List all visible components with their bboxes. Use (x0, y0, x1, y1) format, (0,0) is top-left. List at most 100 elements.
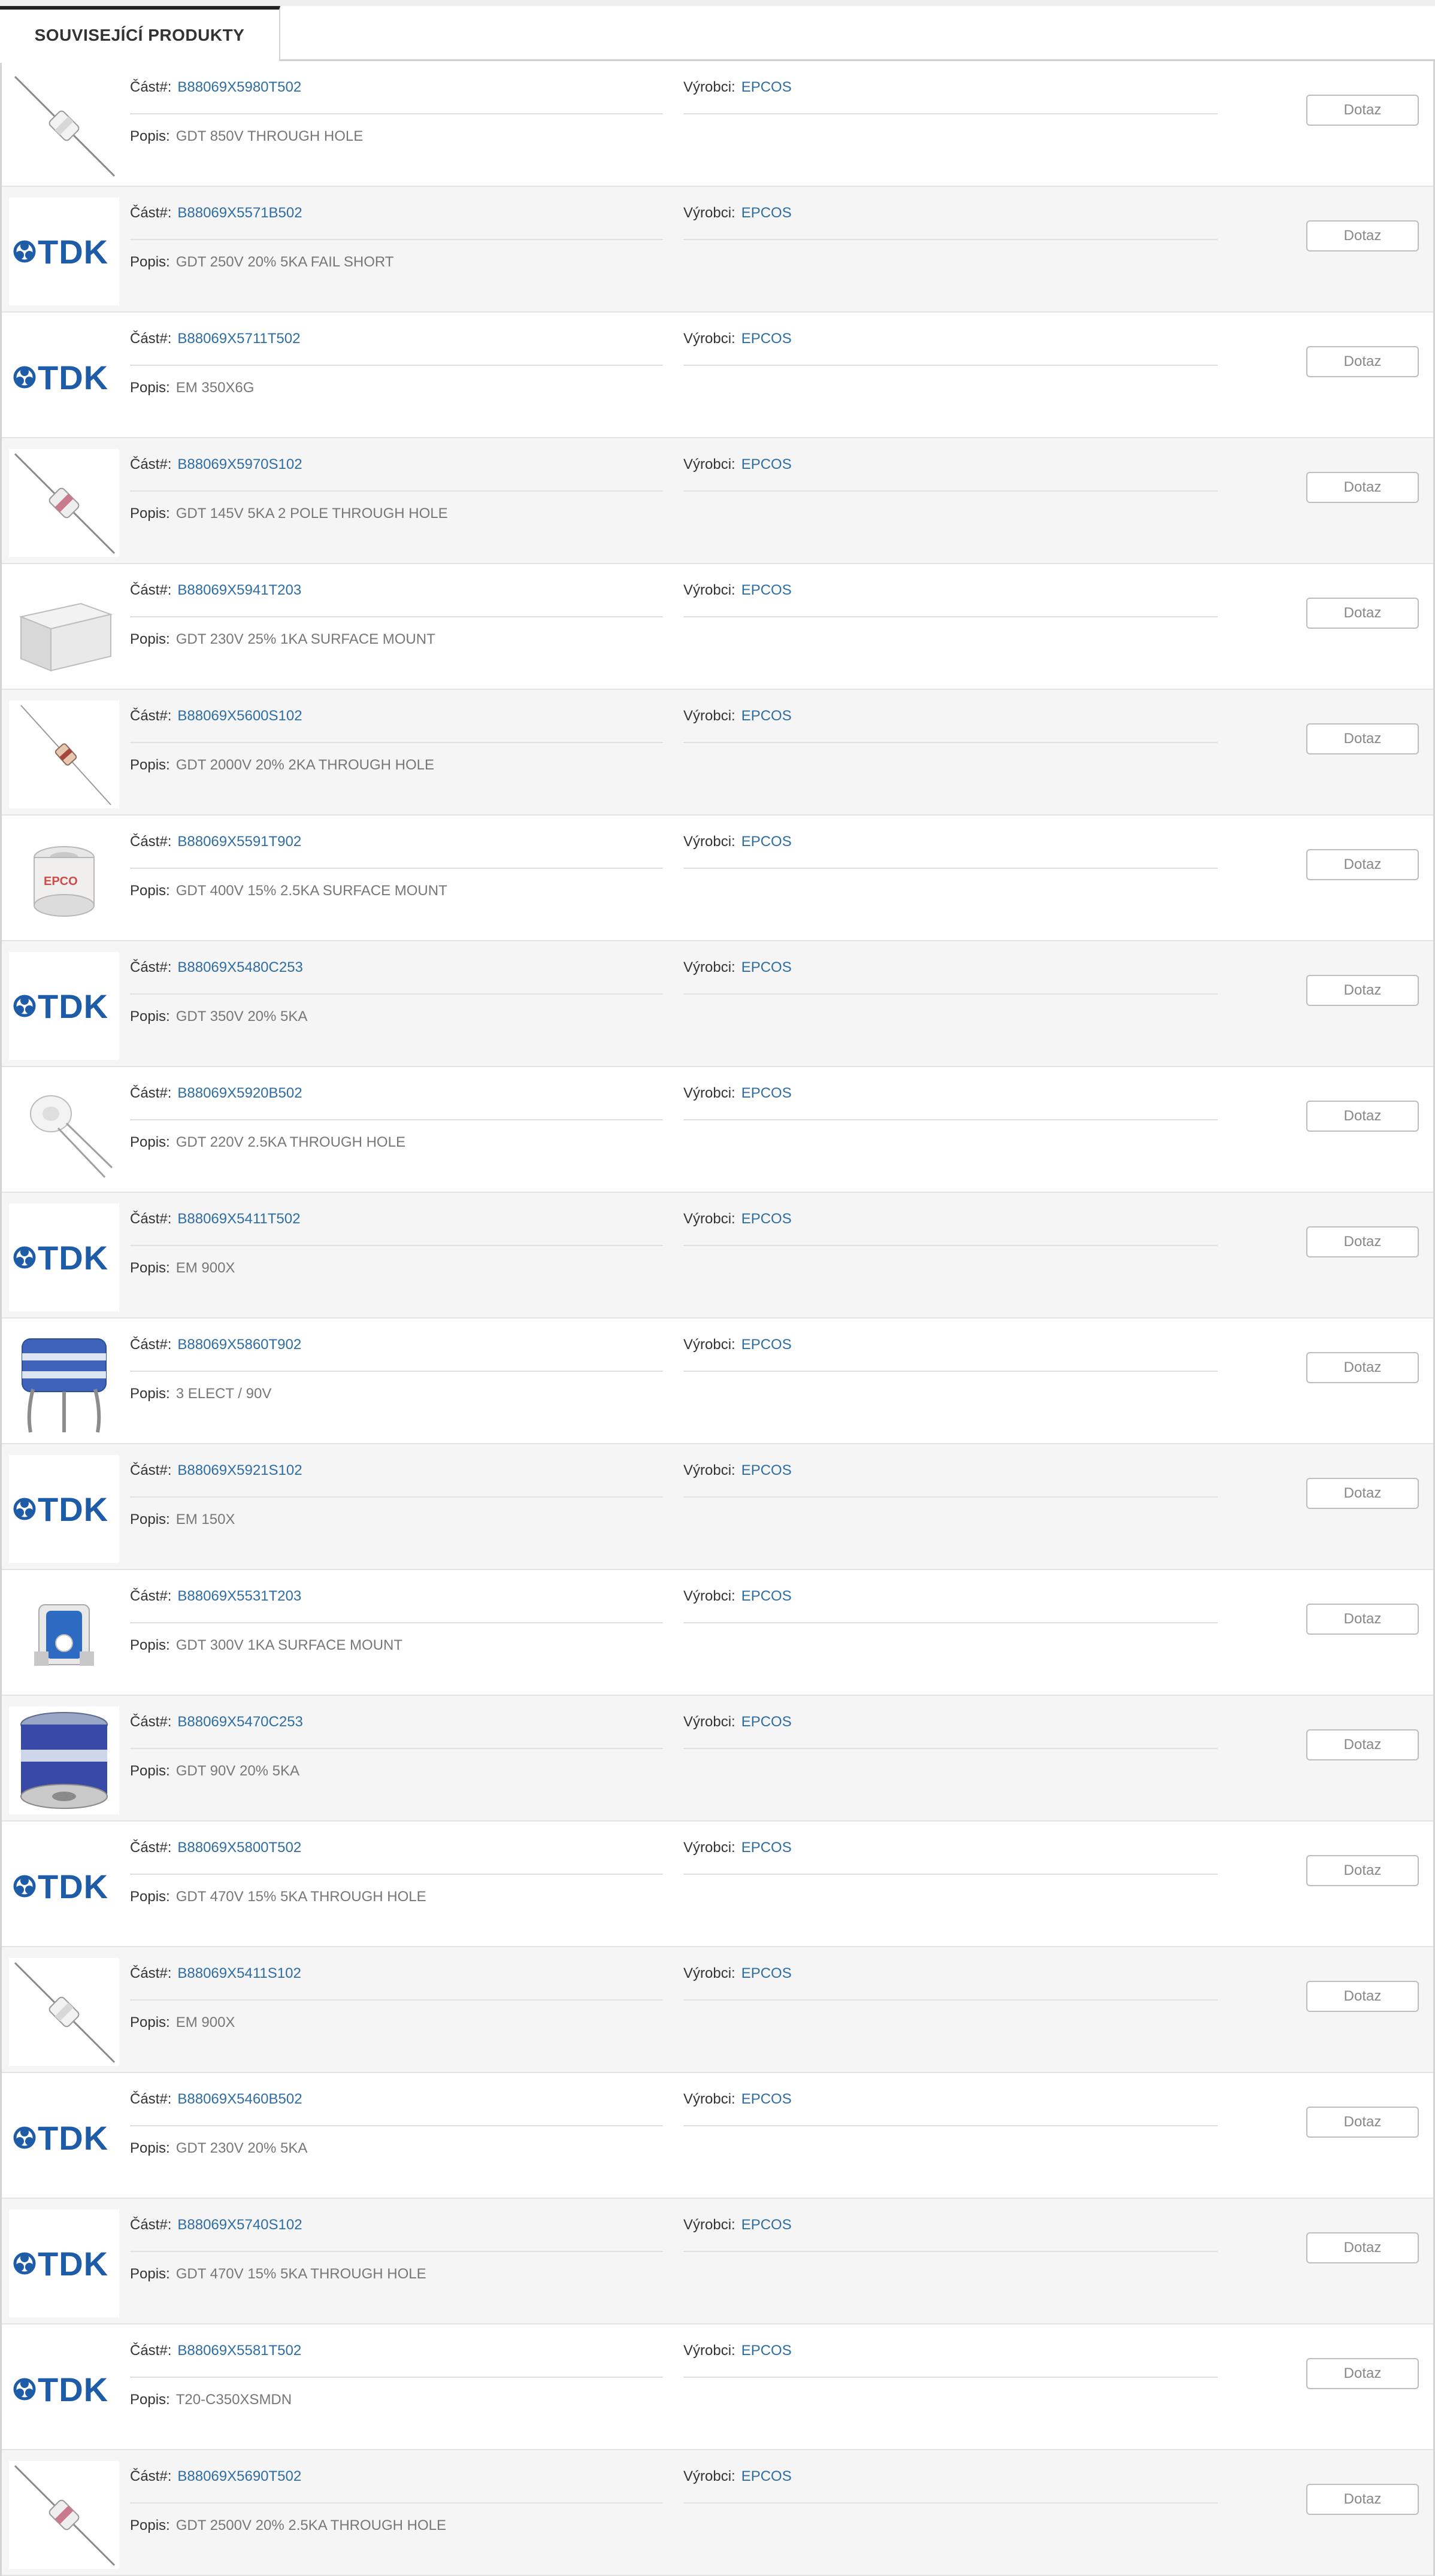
manufacturer-link[interactable]: EPCOS (741, 1965, 792, 1981)
description-field: Popis: T20-C350XSMDN (130, 2392, 292, 2408)
manufacturer-link[interactable]: EPCOS (741, 2342, 792, 2359)
product-row: Část#: B88069X5411S102 Výrobci: EPCOS Popis:… (2, 1947, 1433, 2073)
manufacturer-link[interactable]: EPCOS (741, 1337, 792, 1353)
product-image[interactable] (9, 72, 119, 180)
part-number-link[interactable]: B88069X5920B502 (177, 1085, 302, 1101)
manufacturer-field: Výrobci: EPCOS (683, 582, 792, 599)
product-image[interactable]: TDK (9, 1204, 119, 1311)
product-image[interactable] (9, 2461, 119, 2569)
manufacturer-field: Výrobci: EPCOS (683, 2217, 792, 2233)
manufacturer-link[interactable]: EPCOS (741, 79, 792, 95)
manufacturer-link[interactable]: EPCOS (741, 1462, 792, 1478)
product-image[interactable] (9, 1581, 119, 1689)
part-divider (130, 1748, 663, 1749)
product-image[interactable]: TDK (9, 1455, 119, 1563)
inquiry-button[interactable]: Dotaz (1306, 1604, 1419, 1635)
manufacturer-link[interactable]: EPCOS (741, 1588, 792, 1604)
product-image[interactable]: TDK (9, 1832, 119, 1940)
product-image[interactable] (9, 1707, 119, 1814)
part-number-link[interactable]: B88069X5411T502 (177, 1211, 300, 1227)
product-image[interactable]: TDK (9, 2210, 119, 2317)
tab-related-products[interactable]: SOUVISEJÍCÍ PRODUKTY (0, 6, 280, 63)
part-number-link[interactable]: B88069X5571B502 (177, 205, 302, 221)
manufacturer-label: Výrobci: (683, 582, 735, 598)
part-number-link[interactable]: B88069X5600S102 (177, 708, 302, 724)
inquiry-button[interactable]: Dotaz (1306, 2107, 1419, 2138)
svg-text:TDK: TDK (38, 987, 108, 1025)
part-number-link[interactable]: B88069X5531T203 (177, 1588, 301, 1604)
product-image[interactable]: TDK (9, 323, 119, 431)
manufacturer-link[interactable]: EPCOS (741, 834, 792, 850)
inquiry-button[interactable]: Dotaz (1306, 2484, 1419, 2515)
manufacturer-link[interactable]: EPCOS (741, 456, 792, 472)
product-image[interactable] (9, 1078, 119, 1186)
product-image[interactable]: TDK (9, 2335, 119, 2443)
inquiry-button[interactable]: Dotaz (1306, 1101, 1419, 1132)
description-text: GDT 230V 25% 1KA SURFACE MOUNT (175, 631, 435, 647)
manufacturer-link[interactable]: EPCOS (741, 2091, 792, 2107)
manufacturer-link[interactable]: EPCOS (741, 708, 792, 724)
manufacturer-link[interactable]: EPCOS (741, 2217, 792, 2233)
product-image[interactable] (9, 1958, 119, 2066)
part-number-link[interactable]: B88069X5980T502 (177, 79, 301, 95)
inquiry-button[interactable]: Dotaz (1306, 1226, 1419, 1257)
part-number-link[interactable]: B88069X5711T502 (177, 331, 300, 347)
part-divider (130, 1371, 663, 1372)
part-number-link[interactable]: B88069X5690T502 (177, 2468, 301, 2484)
inquiry-button[interactable]: Dotaz (1306, 849, 1419, 880)
product-image[interactable] (9, 575, 119, 683)
part-number-link[interactable]: B88069X5970S102 (177, 456, 302, 472)
inquiry-button[interactable]: Dotaz (1306, 723, 1419, 754)
manufacturer-link[interactable]: EPCOS (741, 2468, 792, 2484)
product-image[interactable] (9, 1329, 119, 1437)
manufacturer-field: Výrobci: EPCOS (683, 834, 792, 850)
part-number-link[interactable]: B88069X5740S102 (177, 2217, 302, 2233)
part-number-link[interactable]: B88069X5581T502 (177, 2342, 301, 2359)
product-image[interactable]: TDK (9, 198, 119, 305)
product-row: Část#: B88069X5531T203 Výrobci: EPCOS Popis:… (2, 1570, 1433, 1696)
svg-text:TDK: TDK (38, 1868, 108, 1905)
manufacturer-link[interactable]: EPCOS (741, 205, 792, 221)
inquiry-button[interactable]: Dotaz (1306, 2232, 1419, 2263)
part-number-link[interactable]: B88069X5800T502 (177, 1839, 301, 1856)
part-number-link[interactable]: B88069X5411S102 (177, 1965, 301, 1981)
product-image[interactable] (9, 701, 119, 808)
manufacturer-field: Výrobci: EPCOS (683, 1211, 792, 1228)
manufacturer-link[interactable]: EPCOS (741, 331, 792, 347)
part-label: Část#: (130, 582, 172, 598)
manufacturer-link[interactable]: EPCOS (741, 582, 792, 598)
manufacturer-link[interactable]: EPCOS (741, 959, 792, 975)
part-divider (130, 1874, 663, 1875)
inquiry-button[interactable]: Dotaz (1306, 346, 1419, 377)
product-image[interactable]: TDK (9, 952, 119, 1060)
product-image[interactable] (9, 449, 119, 557)
inquiry-button[interactable]: Dotaz (1306, 1352, 1419, 1383)
product-row: EPCO Část#: B88069X5591T902 Výrobci: EPCOS Po… (2, 816, 1433, 941)
manufacturer-divider (683, 1245, 1218, 1246)
inquiry-button[interactable]: Dotaz (1306, 1855, 1419, 1886)
part-number-link[interactable]: B88069X5470C253 (177, 1714, 303, 1730)
part-number-link[interactable]: B88069X5591T902 (177, 834, 301, 850)
part-number-link[interactable]: B88069X5941T203 (177, 582, 301, 598)
manufacturer-link[interactable]: EPCOS (741, 1714, 792, 1730)
product-image[interactable]: EPCO (9, 826, 119, 934)
inquiry-button[interactable]: Dotaz (1306, 220, 1419, 251)
part-number-link[interactable]: B88069X5921S102 (177, 1462, 302, 1478)
inquiry-button[interactable]: Dotaz (1306, 95, 1419, 126)
part-number-link[interactable]: B88069X5860T902 (177, 1337, 301, 1353)
product-image[interactable]: TDK (9, 2084, 119, 2192)
inquiry-button[interactable]: Dotaz (1306, 1478, 1419, 1509)
product-row: TDK Část#: B88069X5581T502 Výrobci: EPCOS Pop… (2, 2325, 1433, 2450)
inquiry-button[interactable]: Dotaz (1306, 1729, 1419, 1760)
manufacturer-link[interactable]: EPCOS (741, 1085, 792, 1101)
inquiry-button[interactable]: Dotaz (1306, 975, 1419, 1006)
manufacturer-link[interactable]: EPCOS (741, 1211, 792, 1227)
description-field: Popis: GDT 350V 20% 5KA (130, 1008, 307, 1025)
inquiry-button[interactable]: Dotaz (1306, 472, 1419, 503)
inquiry-button[interactable]: Dotaz (1306, 598, 1419, 629)
manufacturer-link[interactable]: EPCOS (741, 1839, 792, 1856)
inquiry-button[interactable]: Dotaz (1306, 1981, 1419, 2012)
part-number-link[interactable]: B88069X5460B502 (177, 2091, 302, 2107)
part-number-link[interactable]: B88069X5480C253 (177, 959, 303, 975)
inquiry-button[interactable]: Dotaz (1306, 2358, 1419, 2389)
